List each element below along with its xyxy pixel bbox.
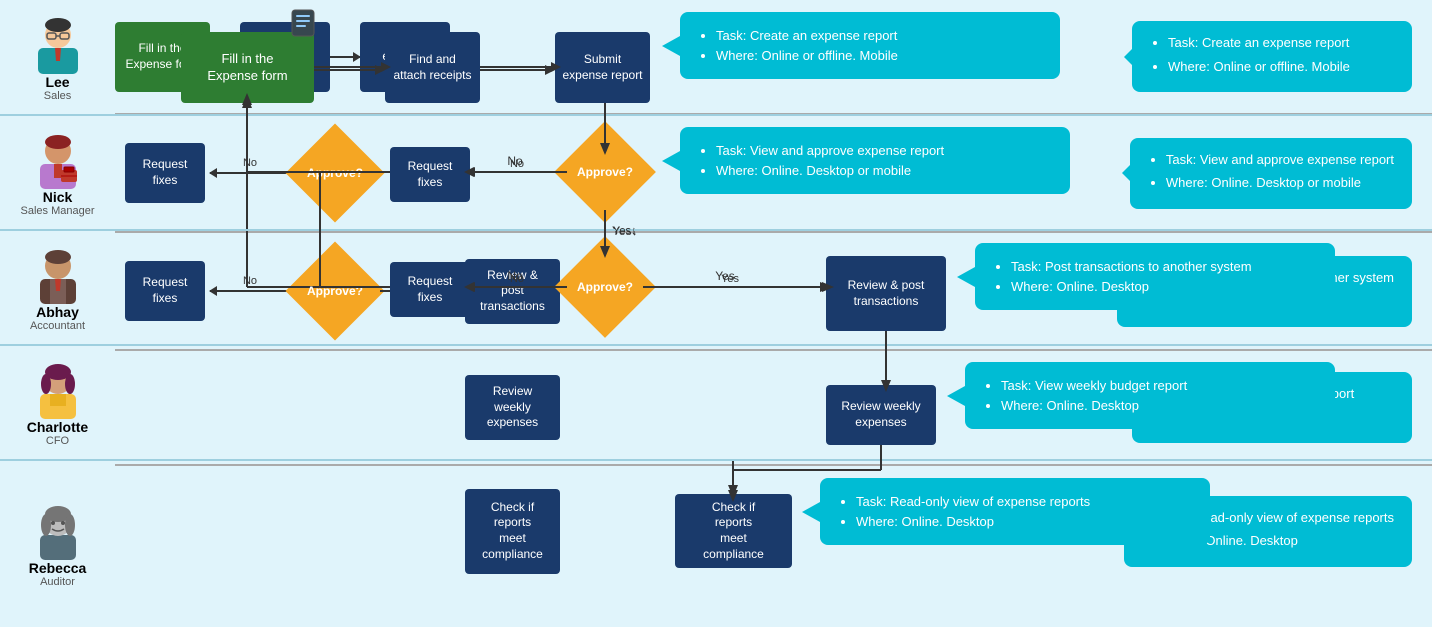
- actor-role-rebecca: Auditor: [40, 565, 75, 577]
- avatar-lee: [28, 11, 88, 71]
- actor-role-lee: Sales: [44, 91, 72, 103]
- actor-role-abhay: Accountant: [30, 325, 85, 337]
- actor-name-nick: Nick: [43, 191, 73, 207]
- actor-role-nick: Sales Manager: [21, 207, 95, 219]
- actor-name-abhay: Abhay: [36, 309, 79, 325]
- actor-lee: Lee Sales: [0, 1, 115, 113]
- diamond-abhay: Approve?: [295, 251, 375, 331]
- arrow-yes-abhay: Yes: [380, 290, 460, 292]
- avatar-nick: [28, 127, 88, 187]
- box-request-fixes-nick: Requestfixes: [125, 143, 205, 203]
- box-check-compliance: Check ifreportsmeetcompliance: [465, 489, 560, 574]
- arrow-no-nick: No: [210, 172, 290, 174]
- row1-flow: Fill in theExpense form Find andattach r…: [115, 11, 1432, 102]
- swimlane-lee: Lee Sales Fill in theExpense form Find a…: [0, 0, 1432, 115]
- box-request-fixes-abhay: Requestfixes: [125, 261, 205, 321]
- label-yes-abhay: Yes: [411, 275, 429, 287]
- swimlane-charlotte: Charlotte CFO Review weeklyexpenses Task…: [0, 351, 1432, 466]
- callout-lee: Task: Create an expense report Where: On…: [1132, 21, 1412, 92]
- actor-role-charlotte: CFO: [46, 442, 69, 454]
- avatar-rebecca: [28, 485, 88, 545]
- swimlane-abhay: Abhay Accountant Requestfixes No Approve…: [0, 233, 1432, 351]
- actor-abhay: Abhay Accountant: [0, 235, 115, 347]
- row4-flow: Review weeklyexpenses Task: View weekly …: [115, 353, 1432, 463]
- callout-charlotte: Task: View weekly budget report Where: O…: [1132, 372, 1412, 443]
- box-find-attach: Find andattach receipts: [240, 22, 330, 92]
- callout-abhay: Task: Post transactions to another syste…: [1117, 256, 1412, 327]
- box-submit-report: Submitexpense report: [360, 22, 450, 92]
- callout-rebecca-item-1: Task: Read-only view of expense reports: [1160, 508, 1394, 528]
- label-no-nick: No: [243, 157, 257, 169]
- row5-flow: Check ifreportsmeetcompliance Task: Read…: [115, 469, 1432, 594]
- swimlane-rebecca: Rebecca Auditor Check ifreportsmeetcompl…: [0, 466, 1432, 596]
- box-fill-expense: Fill in theExpense form: [115, 22, 210, 92]
- arrow-no-abhay: No: [210, 290, 290, 292]
- avatar-abhay: [28, 245, 88, 305]
- arrow-1-2: [210, 56, 240, 58]
- callout-abhay-item-1: Task: Post transactions to another syste…: [1153, 268, 1394, 288]
- diamond-nick: Approve?: [295, 133, 375, 213]
- diamond-abhay-label: Approve?: [307, 284, 363, 298]
- arrow-2-3: [330, 56, 360, 58]
- callout-rebecca-item-2: Where: Online. Desktop: [1160, 531, 1394, 551]
- callout-lee-item-1: Task: Create an expense report: [1168, 33, 1394, 53]
- actor-name-rebecca: Rebecca: [29, 549, 87, 565]
- actor-rebecca: Rebecca Auditor: [0, 475, 115, 587]
- actor-name-charlotte: Charlotte: [27, 426, 88, 442]
- callout-nick: Task: View and approve expense report Wh…: [1130, 138, 1412, 209]
- callout-abhay-item-2: Where: Online. Desktop: [1153, 291, 1394, 311]
- actor-nick: Nick Sales Manager: [0, 117, 115, 229]
- swimlane-nick: Nick Sales Manager Requestfixes No Appro…: [0, 115, 1432, 233]
- callout-charlotte-item-2: Where: Online. Desktop: [1168, 408, 1394, 428]
- callout-nick-item-2: Where: Online. Desktop or mobile: [1166, 173, 1394, 193]
- row3-flow: Requestfixes No Approve? Yes Review & po…: [115, 233, 1432, 349]
- box-review-post: Review & posttransactions: [465, 259, 560, 324]
- actor-name-lee: Lee: [45, 75, 69, 91]
- diamond-nick-label: Approve?: [307, 166, 363, 180]
- process-diagram: Lee Sales Fill in theExpense form Find a…: [0, 0, 1432, 596]
- avatar-charlotte: [28, 362, 88, 422]
- actor-charlotte: Charlotte CFO: [0, 352, 115, 464]
- box-review-weekly: Review weeklyexpenses: [465, 375, 560, 440]
- row2-flow: Requestfixes No Approve? Task: View and …: [115, 115, 1432, 231]
- callout-lee-item-2: Where: Online or offline. Mobile: [1168, 57, 1394, 77]
- callout-charlotte-item-1: Task: View weekly budget report: [1168, 384, 1394, 404]
- label-no-abhay: No: [243, 275, 257, 287]
- callout-rebecca: Task: Read-only view of expense reports …: [1124, 496, 1412, 567]
- callout-nick-item-1: Task: View and approve expense report: [1166, 150, 1394, 170]
